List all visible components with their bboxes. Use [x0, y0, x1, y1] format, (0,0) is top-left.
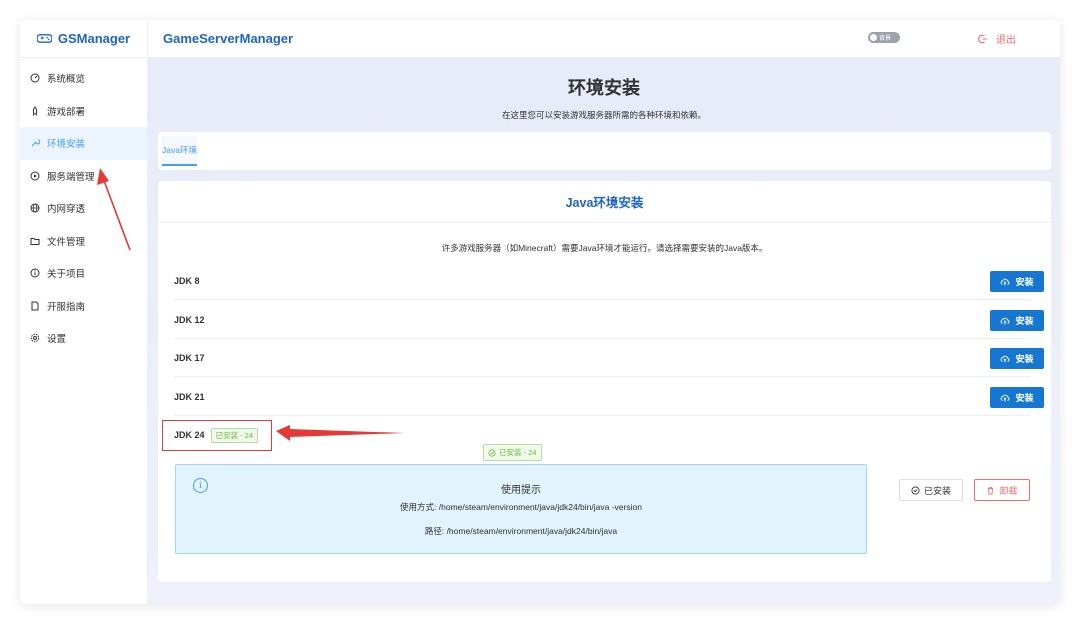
folder-icon [30, 237, 40, 245]
tabs-bar: Java环境 [158, 132, 1051, 170]
usage-hint-alert: i 使用提示 使用方式: /home/steam/environment/jav… [175, 464, 867, 554]
installed-button[interactable]: 已安装 [899, 479, 963, 501]
sidebar-item-label: 内网穿透 [47, 204, 86, 216]
uninstall-button[interactable]: 卸载 [974, 479, 1030, 501]
install-label: 安装 [1015, 393, 1034, 403]
check-circle-icon [911, 485, 920, 495]
trash-icon [988, 486, 994, 495]
toggle-label: 背景 [879, 36, 892, 42]
jdk-label: JDK 8 [174, 275, 200, 286]
cloud-upload-icon [1001, 317, 1010, 324]
sidebar-item-settings[interactable]: 设置 [20, 322, 147, 355]
sidebar-item-guide[interactable]: 开服指南 [20, 290, 147, 323]
info-icon [30, 268, 40, 278]
logout-label: 退出 [996, 35, 1016, 46]
jdk-row: JDK 12 安装 [174, 301, 1044, 339]
sidebar-item-label: 开服指南 [47, 301, 86, 313]
sidebar-item-label: 环境安装 [47, 139, 86, 151]
jdk-label: JDK 17 [174, 352, 205, 363]
hint-path: 路径: /home/steam/environment/java/jdk24/b… [424, 526, 618, 536]
jdk-row: JDK 17 安装 [174, 339, 1044, 377]
rocket-icon [32, 106, 38, 116]
sidebar-item-overview[interactable]: 系统概览 [20, 62, 147, 95]
sidebar-item-label: 关于项目 [47, 269, 86, 281]
java-install-card: Java环境安装 许多游戏服务器（如Minecraft）需要Java环境才能运行… [158, 181, 1051, 582]
install-status-tag: 已安装 - 24 [483, 444, 542, 461]
sidebar-item-label: 服务端管理 [47, 171, 95, 183]
document-icon [31, 301, 39, 311]
install-label: 安装 [1015, 354, 1034, 364]
cloud-upload-icon [1001, 355, 1010, 362]
uninstall-label: 卸载 [999, 485, 1018, 496]
check-circle-icon [488, 448, 496, 457]
sidebar-item-deploy[interactable]: 游戏部署 [20, 95, 147, 128]
sidebar-item-tunnel[interactable]: 内网穿透 [20, 192, 147, 225]
sidebar-item-label: 系统概览 [47, 74, 86, 86]
logout-icon [978, 34, 987, 43]
top-bar: GameServerManager 背景 退出 [148, 20, 1060, 58]
sidebar-item-server-management[interactable]: 服务端管理 [20, 160, 147, 193]
hint-usage: 使用方式: /home/steam/environment/java/jdk24… [400, 502, 642, 512]
jdk-label: JDK 21 [174, 391, 205, 402]
gamepad-icon [36, 34, 52, 43]
page-subtitle: 在这里您可以安装游戏服务器所需的各种环境和依赖。 [501, 110, 706, 120]
globe-icon [30, 203, 40, 213]
app-logo[interactable]: GSManager [20, 20, 147, 58]
sidebar-item-label: 文件管理 [47, 236, 86, 248]
status-tag-text: 已安装 - 24 [499, 448, 537, 457]
jdk-row: JDK 24 已安装 - 24 [174, 416, 1030, 454]
card-title: Java环境安装 [158, 181, 1051, 223]
toggle-knob [870, 34, 877, 41]
logo-text: GSManager [57, 31, 131, 46]
sidebar: GSManager 系统概览 游戏部署 环境安装 服务端管理 内网穿透 文件管理… [20, 20, 148, 604]
jdk-row: JDK 21 安装 [174, 378, 1044, 416]
gear-icon [30, 334, 40, 343]
hint-title: 使用提示 [501, 485, 541, 496]
page-title: 环境安装 [568, 78, 640, 98]
play-circle-icon [30, 171, 40, 181]
app-brand: GameServerManager [163, 31, 294, 46]
tab-java-environment[interactable]: Java环境 [162, 136, 197, 166]
theme-toggle[interactable]: 背景 [868, 32, 900, 43]
install-jdk12-button[interactable]: 安装 [990, 310, 1044, 331]
install-label: 安装 [1015, 277, 1034, 287]
jdk-row: JDK 8 安装 [174, 262, 1044, 300]
cloud-upload-icon [1001, 394, 1010, 401]
cloud-upload-icon [1001, 278, 1010, 285]
sidebar-item-environment[interactable]: 环境安装 [20, 127, 147, 160]
sidebar-item-label: 设置 [47, 334, 67, 346]
wrench-icon [31, 139, 40, 147]
app-window: GSManager 系统概览 游戏部署 环境安装 服务端管理 内网穿透 文件管理… [20, 20, 1060, 604]
sidebar-item-about[interactable]: 关于项目 [20, 257, 147, 290]
card-description: 许多游戏服务器（如Minecraft）需要Java环境才能运行。请选择需要安装的… [441, 243, 768, 253]
jdk-label: JDK 12 [174, 314, 205, 325]
sidebar-item-label: 游戏部署 [47, 106, 86, 118]
dashboard-icon [30, 73, 40, 83]
install-label: 安装 [1015, 316, 1034, 326]
install-jdk8-button[interactable]: 安装 [990, 271, 1044, 292]
main-content: 环境安装 在这里您可以安装游戏服务器所需的各种环境和依赖。 Java环境 Jav… [148, 58, 1060, 604]
logout-button[interactable]: 退出 [978, 31, 1016, 46]
sidebar-item-files[interactable]: 文件管理 [20, 225, 147, 258]
install-jdk17-button[interactable]: 安装 [990, 348, 1044, 369]
sidebar-nav: 系统概览 游戏部署 环境安装 服务端管理 内网穿透 文件管理 关于项目 开服指南… [20, 58, 147, 355]
install-jdk21-button[interactable]: 安装 [990, 387, 1044, 408]
annotation-highlight-box [162, 420, 272, 451]
installed-label: 已安装 [923, 485, 951, 496]
